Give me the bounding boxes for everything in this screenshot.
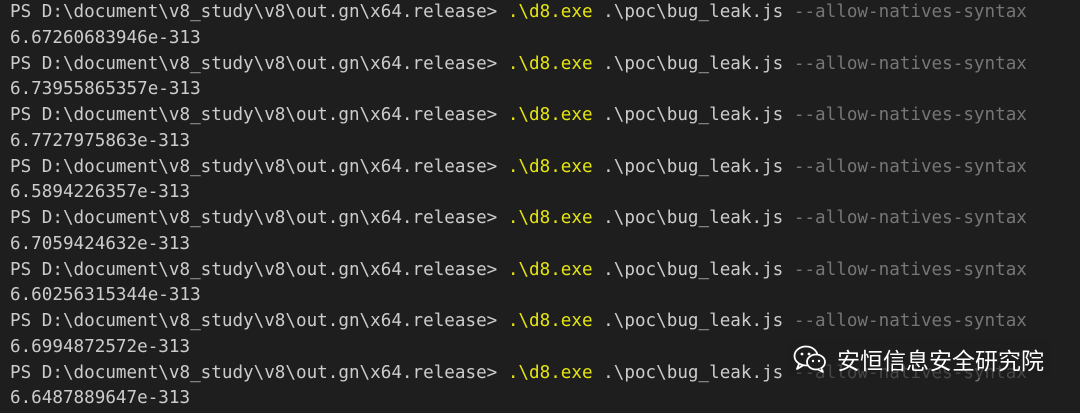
command-flag: --allow-natives-syntax — [793, 311, 1027, 331]
command-argument: .\poc\bug_leak.js — [592, 2, 794, 22]
command-argument: .\poc\bug_leak.js — [592, 105, 794, 125]
command-flag: --allow-natives-syntax — [793, 259, 1027, 280]
command-executable: .\d8.exe — [507, 105, 593, 125]
prompt: PS D:\document\v8_study\v8\out.gn\x64.re… — [10, 311, 508, 331]
command-argument: .\poc\bug_leak.js — [592, 208, 794, 228]
command-argument: .\poc\bug_leak.js — [592, 311, 794, 331]
prompt: PS D:\document\v8_study\v8\out.gn\x64.re… — [10, 156, 508, 177]
wechat-icon — [793, 345, 826, 373]
output-line: 6.60256315344e-313 — [10, 285, 201, 306]
watermark: 安恒信息安全研究院 — [787, 340, 1050, 378]
command-block: PS D:\document\v8_study\v8\out.gn\x64.re… — [10, 155, 1080, 207]
command-argument: .\poc\bug_leak.js — [592, 156, 794, 177]
command-executable: .\d8.exe — [507, 208, 593, 228]
command-argument: .\poc\bug_leak.js — [592, 53, 794, 74]
command-flag: --allow-natives-syntax — [793, 208, 1027, 228]
output-line: 6.5894226357e-313 — [10, 182, 191, 203]
command-block: PS D:\document\v8_study\v8\out.gn\x64.re… — [10, 0, 1080, 52]
command-line: PS D:\document\v8_study\v8\out.gn\x64.re… — [10, 309, 1080, 335]
output-line: 6.7059424632e-313 — [10, 233, 191, 254]
command-flag: --allow-natives-syntax — [793, 2, 1027, 22]
command-line: PS D:\document\v8_study\v8\out.gn\x64.re… — [10, 103, 1080, 129]
prompt: PS D:\document\v8_study\v8\out.gn\x64.re… — [10, 2, 508, 22]
command-executable: .\d8.exe — [507, 2, 593, 22]
prompt: PS D:\document\v8_study\v8\out.gn\x64.re… — [10, 105, 508, 125]
command-flag: --allow-natives-syntax — [793, 105, 1027, 125]
command-executable: .\d8.exe — [507, 362, 593, 383]
command-flag: --allow-natives-syntax — [793, 156, 1027, 177]
command-line: PS D:\document\v8_study\v8\out.gn\x64.re… — [10, 0, 1080, 26]
command-executable: .\d8.exe — [507, 311, 593, 331]
command-line: PS D:\document\v8_study\v8\out.gn\x64.re… — [10, 258, 1080, 284]
output-line: 6.7727975863e-313 — [10, 130, 191, 151]
command-executable: .\d8.exe — [507, 53, 593, 74]
command-block: PS D:\document\v8_study\v8\out.gn\x64.re… — [10, 258, 1080, 310]
prompt: PS D:\document\v8_study\v8\out.gn\x64.re… — [10, 53, 508, 74]
command-executable: .\d8.exe — [507, 156, 593, 177]
output-line: 6.73955865357e-313 — [10, 79, 201, 100]
terminal-window[interactable]: PS D:\document\v8_study\v8\out.gn\x64.re… — [0, 0, 1080, 413]
prompt: PS D:\document\v8_study\v8\out.gn\x64.re… — [10, 362, 508, 383]
command-block: PS D:\document\v8_study\v8\out.gn\x64.re… — [10, 52, 1080, 104]
command-block: PS D:\document\v8_study\v8\out.gn\x64.re… — [10, 103, 1080, 155]
command-block: PS D:\document\v8_study\v8\out.gn\x64.re… — [10, 206, 1080, 258]
command-executable: .\d8.exe — [507, 259, 593, 280]
output-line: 6.67260683946e-313 — [10, 27, 201, 48]
output-line: 6.6487889647e-313 — [10, 388, 191, 409]
command-flag: --allow-natives-syntax — [793, 53, 1027, 74]
prompt: PS D:\document\v8_study\v8\out.gn\x64.re… — [10, 208, 508, 228]
command-argument: .\poc\bug_leak.js — [592, 259, 794, 280]
prompt: PS D:\document\v8_study\v8\out.gn\x64.re… — [10, 259, 508, 280]
command-argument: .\poc\bug_leak.js — [592, 362, 794, 383]
command-line: PS D:\document\v8_study\v8\out.gn\x64.re… — [10, 155, 1080, 181]
watermark-text: 安恒信息安全研究院 — [837, 349, 1044, 375]
command-line: PS D:\document\v8_study\v8\out.gn\x64.re… — [10, 52, 1080, 78]
command-line: PS D:\document\v8_study\v8\out.gn\x64.re… — [10, 206, 1080, 232]
